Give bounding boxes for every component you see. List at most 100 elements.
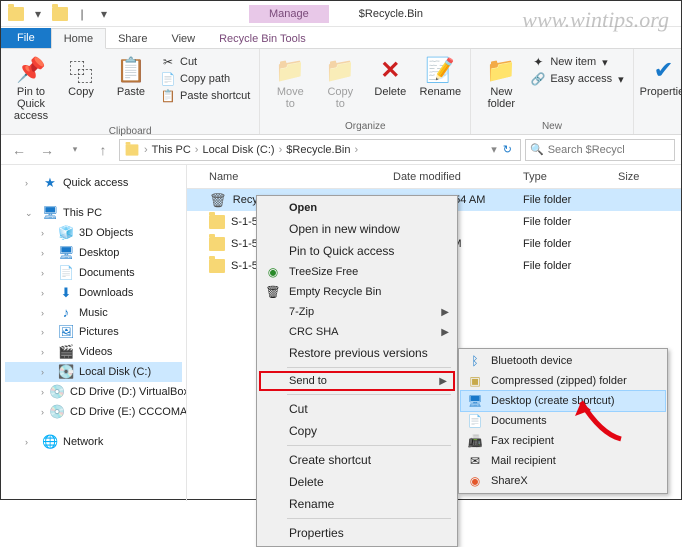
contextual-tab-header: Manage: [249, 5, 329, 23]
sendto-fax[interactable]: 📠Fax recipient: [461, 431, 665, 451]
column-type[interactable]: Type: [517, 171, 612, 183]
column-name[interactable]: Name: [187, 171, 387, 183]
ribbon-group-open: ✔Properties ▣Open▾ ✎Edit 🕘History Open: [634, 49, 682, 134]
column-date[interactable]: Date modified: [387, 171, 517, 183]
forward-button[interactable]: →: [35, 138, 59, 162]
nav-cd-drive-e[interactable]: ›💿CD Drive (E:) CCCOMA_X64FRE_: [5, 402, 182, 422]
sendto-compressed[interactable]: ▣Compressed (zipped) folder: [461, 371, 665, 391]
bluetooth-icon: ᛒ: [467, 354, 483, 368]
nav-3d-objects[interactable]: ›🧊3D Objects: [5, 223, 182, 243]
copy-button[interactable]: ⿻ Copy: [57, 52, 105, 100]
window-title: $Recycle.Bin: [359, 8, 423, 20]
pictures-icon: 🖼: [58, 324, 74, 340]
tab-share[interactable]: Share: [106, 29, 159, 48]
qat-overflow-icon[interactable]: ▾: [95, 5, 113, 23]
nav-documents[interactable]: ›📄Documents: [5, 263, 182, 283]
ctx-cut[interactable]: Cut: [259, 398, 455, 420]
ctx-pin-quick-access[interactable]: Pin to Quick access: [259, 240, 455, 262]
fax-icon: 📠: [467, 434, 483, 448]
ctx-empty-recycle-bin[interactable]: 🗑Empty Recycle Bin: [259, 282, 455, 302]
rename-button[interactable]: 📝Rename: [416, 52, 464, 100]
recycle-bin-icon: 🗑: [209, 192, 227, 209]
sendto-documents[interactable]: 📄Documents: [461, 411, 665, 431]
new-item-icon: ✦: [530, 55, 546, 69]
back-button[interactable]: ←: [7, 138, 31, 162]
ribbon-group-organize: 📁Move to 📁Copy to ✕Delete 📝Rename Organi…: [260, 49, 471, 134]
dropdown-icon[interactable]: ▾: [29, 5, 47, 23]
ctx-properties[interactable]: Properties: [259, 522, 455, 544]
mail-icon: ✉: [467, 454, 483, 468]
copy-path-button[interactable]: 📄Copy path: [157, 71, 253, 87]
qat-folder-icon[interactable]: [51, 5, 69, 23]
tab-view[interactable]: View: [159, 29, 207, 48]
ctx-create-shortcut[interactable]: Create shortcut: [259, 449, 455, 471]
sendto-mail[interactable]: ✉Mail recipient: [461, 451, 665, 471]
rename-icon: 📝: [416, 54, 464, 86]
ctx-restore-versions[interactable]: Restore previous versions: [259, 342, 455, 364]
new-item-button[interactable]: ✦New item▾: [527, 54, 626, 70]
nav-pictures[interactable]: ›🖼Pictures: [5, 322, 182, 342]
paste-button[interactable]: 📋 Paste: [107, 52, 155, 100]
pin-to-quick-access-button[interactable]: 📌 Pin to Quick access: [7, 52, 55, 124]
ribbon: 📌 Pin to Quick access ⿻ Copy 📋 Paste ✂Cu…: [1, 49, 681, 135]
sendto-bluetooth[interactable]: ᛒBluetooth device: [461, 351, 665, 371]
cut-button[interactable]: ✂Cut: [157, 54, 253, 70]
ctx-treesize[interactable]: ◉TreeSize Free: [259, 262, 455, 282]
context-separator: [287, 394, 451, 395]
ctx-open[interactable]: Open: [259, 198, 455, 218]
folder-icon: [209, 259, 225, 273]
address-dropdown-icon[interactable]: ▾: [491, 143, 497, 156]
quick-access-toolbar: ▾ | ▾: [1, 5, 119, 23]
nav-this-pc[interactable]: ⌄🖥This PC: [5, 203, 182, 223]
documents-icon: 📄: [467, 414, 483, 428]
easy-access-icon: 🔗: [530, 72, 546, 86]
tab-home[interactable]: Home: [51, 28, 106, 49]
up-button[interactable]: ↑: [91, 138, 115, 162]
context-menu: Open Open in new window Pin to Quick acc…: [256, 195, 458, 547]
copy-to-icon: 📁: [316, 54, 364, 86]
paste-shortcut-button[interactable]: 📋Paste shortcut: [157, 88, 253, 104]
ribbon-group-clipboard: 📌 Pin to Quick access ⿻ Copy 📋 Paste ✂Cu…: [1, 49, 260, 134]
move-to-button[interactable]: 📁Move to: [266, 52, 314, 112]
nav-music[interactable]: ›♪Music: [5, 303, 182, 322]
nav-local-disk-c[interactable]: ›💽Local Disk (C:): [5, 362, 182, 382]
address-bar[interactable]: ›This PC ›Local Disk (C:) ›$Recycle.Bin …: [119, 139, 521, 161]
refresh-button[interactable]: ↻: [499, 143, 516, 156]
ctx-send-to[interactable]: Send to▶: [259, 371, 455, 391]
ribbon-group-new: 📁New folder ✦New item▾ 🔗Easy access▾ New: [471, 49, 633, 134]
copy-to-button[interactable]: 📁Copy to: [316, 52, 364, 112]
cut-icon: ✂: [160, 55, 176, 69]
sharex-icon: ◉: [467, 474, 483, 488]
folder-icon: [7, 5, 25, 23]
title-bar: ▾ | ▾ Manage $Recycle.Bin: [1, 1, 681, 27]
nav-network[interactable]: ›🌐Network: [5, 432, 182, 452]
ctx-open-new-window[interactable]: Open in new window: [259, 218, 455, 240]
ctx-rename[interactable]: Rename: [259, 493, 455, 515]
navigation-pane: ›★Quick access ⌄🖥This PC ›🧊3D Objects ›🖥…: [1, 165, 187, 501]
star-icon: ★: [42, 175, 58, 191]
delete-button[interactable]: ✕Delete: [366, 52, 414, 100]
ctx-7zip[interactable]: 7-Zip▶: [259, 302, 455, 322]
address-folder-icon: [126, 144, 139, 155]
tab-file[interactable]: File: [1, 28, 51, 48]
easy-access-button[interactable]: 🔗Easy access▾: [527, 71, 626, 87]
search-box[interactable]: 🔍 Search $Recycl: [525, 139, 675, 161]
ctx-delete[interactable]: Delete: [259, 471, 455, 493]
nav-downloads[interactable]: ›⬇Downloads: [5, 283, 182, 303]
ctx-copy[interactable]: Copy: [259, 420, 455, 442]
tab-recycle-bin-tools[interactable]: Recycle Bin Tools: [207, 29, 318, 48]
sendto-desktop-shortcut[interactable]: 🖥Desktop (create shortcut): [461, 391, 665, 411]
nav-desktop[interactable]: ›🖥Desktop: [5, 243, 182, 263]
copy-icon: ⿻: [57, 54, 105, 86]
column-size[interactable]: Size: [612, 171, 662, 183]
new-folder-button[interactable]: 📁New folder: [477, 52, 525, 112]
nav-cd-drive-d[interactable]: ›💿CD Drive (D:) VirtualBox Guest A: [5, 382, 182, 402]
ctx-crc-sha[interactable]: CRC SHA▶: [259, 322, 455, 342]
properties-button[interactable]: ✔Properties: [640, 52, 682, 100]
submenu-arrow-icon: ▶: [441, 327, 449, 338]
copy-path-icon: 📄: [160, 72, 176, 86]
sendto-sharex[interactable]: ◉ShareX: [461, 471, 665, 491]
recent-dropdown[interactable]: ▾: [63, 138, 87, 162]
nav-videos[interactable]: ›🎬Videos: [5, 342, 182, 362]
nav-quick-access[interactable]: ›★Quick access: [5, 173, 182, 193]
